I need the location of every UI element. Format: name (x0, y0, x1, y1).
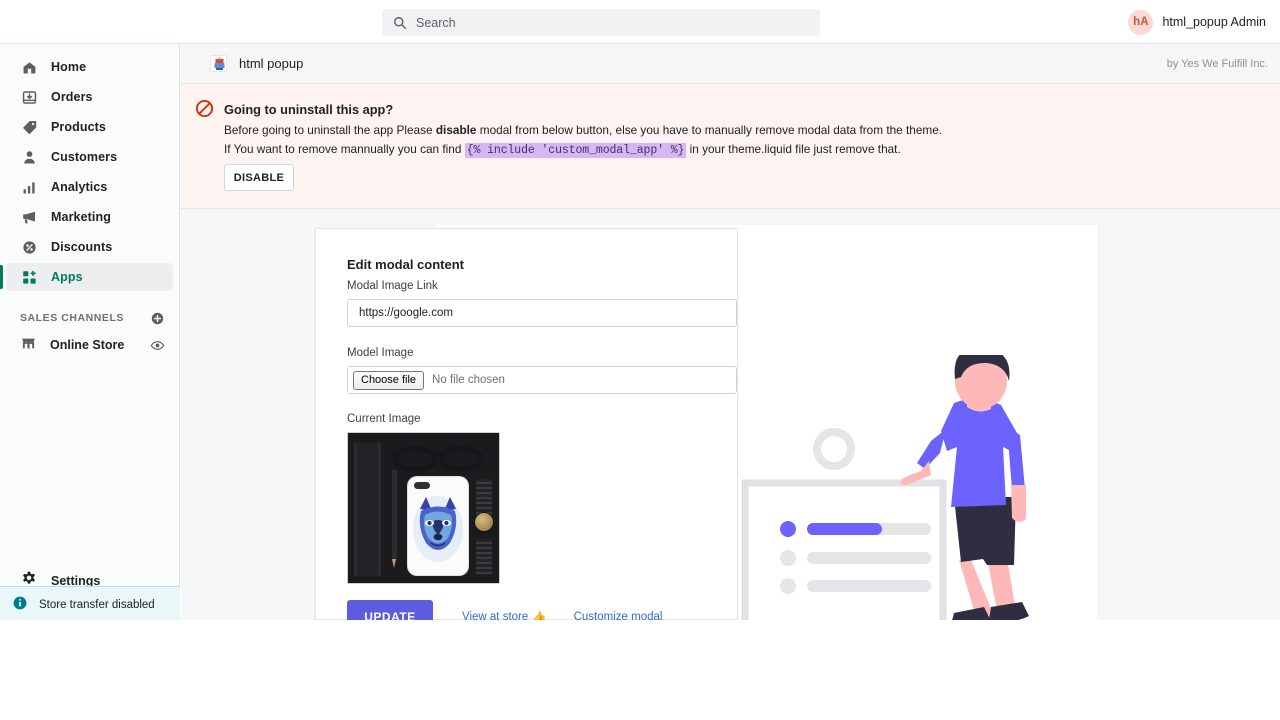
uninstall-warning-banner: Going to uninstall this app? Before goin… (181, 84, 1280, 209)
sidebar-item-label: Discounts (51, 240, 113, 254)
card-title: Edit modal content (347, 257, 464, 272)
no-entry-icon (195, 99, 214, 118)
model-image-file-field[interactable]: Choose file No file chosen (347, 366, 737, 394)
search-input[interactable] (416, 12, 809, 33)
sidebar-item-home[interactable]: Home (6, 53, 173, 81)
modal-image-link-input[interactable] (347, 299, 737, 327)
person-walking-past-list-illustration (735, 347, 1055, 631)
sidebar-item-apps[interactable]: Apps (0, 263, 173, 291)
store-transfer-label: Store transfer disabled (39, 599, 155, 611)
thumb-watch-face (474, 512, 494, 532)
thumb-camera-shape (414, 482, 430, 489)
thumb-box-inner-shape (357, 443, 378, 576)
info-icon (12, 595, 28, 616)
app-title: html popup (239, 56, 304, 71)
sidebar-item-discounts[interactable]: Discounts (6, 233, 173, 261)
person-icon (20, 148, 38, 166)
current-image-label: Current Image (347, 413, 421, 425)
app-author: by Yes We Fulfill Inc. (1166, 57, 1268, 70)
warning-line1-part-a: Before going to uninstall the app Please (224, 123, 436, 137)
plus-circle-icon[interactable] (150, 311, 165, 326)
user-name: html_popup Admin (1162, 15, 1266, 29)
discount-icon (20, 238, 38, 256)
current-image-thumbnail (347, 432, 500, 584)
disable-button[interactable]: DISABLE (224, 164, 294, 191)
search-box[interactable] (382, 9, 820, 36)
bar-chart-icon (20, 178, 38, 196)
model-image-label: Model Image (347, 347, 414, 359)
sidebar-item-label: Customers (51, 150, 118, 164)
modal-image-link-label: Modal Image Link (347, 280, 438, 292)
file-status-label: No file chosen (432, 374, 505, 386)
app-header: html popup by Yes We Fulfill Inc. (181, 44, 1280, 84)
sidebar-item-analytics[interactable]: Analytics (6, 173, 173, 201)
store-transfer-banner[interactable]: Store transfer disabled (0, 586, 180, 624)
thumb-watch-strap-bottom (476, 539, 492, 575)
warning-line-1: Before going to uninstall the app Please… (224, 123, 942, 137)
eye-icon[interactable] (150, 338, 165, 353)
thumb-pencil-tip-shape (392, 559, 396, 568)
sidebar-item-orders[interactable]: Orders (6, 83, 173, 111)
sidebar-nav: Home Orders Products Customers Analytics… (0, 44, 179, 291)
sidebar-item-label: Apps (51, 270, 83, 284)
store-icon (20, 334, 37, 356)
edit-modal-card: Edit modal content Modal Image Link Mode… (315, 228, 738, 634)
thumb-glasses-shape (387, 445, 484, 472)
choose-file-button[interactable]: Choose file (353, 370, 425, 390)
sidebar-item-online-store[interactable]: Online Store (6, 331, 173, 359)
warning-disable-emphasis: disable (435, 123, 477, 137)
warning-title: Going to uninstall this app? (224, 102, 394, 117)
sidebar: Home Orders Products Customers Analytics… (0, 44, 180, 720)
sidebar-item-customers[interactable]: Customers (6, 143, 173, 171)
sales-channels-title: SALES CHANNELS (20, 312, 124, 324)
megaphone-icon (20, 208, 38, 226)
sidebar-item-marketing[interactable]: Marketing (6, 203, 173, 231)
warning-line2-part-c: in your theme.liquid file just remove th… (686, 142, 901, 156)
thumb-pencil-shape (392, 470, 397, 562)
liquid-include-snippet: {% include 'custom_modal_app' %} (464, 143, 687, 158)
sidebar-item-products[interactable]: Products (6, 113, 173, 141)
home-icon (20, 58, 38, 76)
top-bar: hA html_popup Admin (0, 0, 1280, 44)
user-menu[interactable]: hA html_popup Admin (1122, 6, 1272, 38)
sidebar-item-label: Analytics (51, 180, 108, 194)
warning-line-2: If You want to remove mannually you can … (224, 142, 901, 158)
apps-icon (20, 268, 38, 286)
search-icon (393, 16, 407, 30)
tag-icon (20, 118, 38, 136)
sidebar-item-label: Home (51, 60, 87, 74)
orders-icon (20, 88, 38, 106)
warning-line2-part-a: If You want to remove mannually you can … (224, 142, 465, 156)
thumb-wolf-art (412, 493, 464, 563)
sidebar-item-label: Marketing (51, 210, 111, 224)
sales-channels-header: SALES CHANNELS (20, 309, 165, 327)
warning-line1-part-c: modal from below button, else you have t… (476, 123, 943, 137)
app-thumbnail-icon (210, 55, 227, 72)
avatar: hA (1128, 9, 1154, 35)
sidebar-item-label: Online Store (50, 338, 125, 352)
app-identity: html popup (210, 55, 303, 72)
sidebar-item-label: Orders (51, 90, 93, 104)
thumb-watch-shape (474, 479, 494, 575)
thumb-phone-case-shape (408, 477, 468, 575)
page-bottom-whitespace (0, 620, 1280, 720)
thumb-watch-strap-top (476, 479, 492, 515)
app-root: hA html_popup Admin Home (0, 0, 1280, 720)
sidebar-item-label: Products (51, 120, 106, 134)
